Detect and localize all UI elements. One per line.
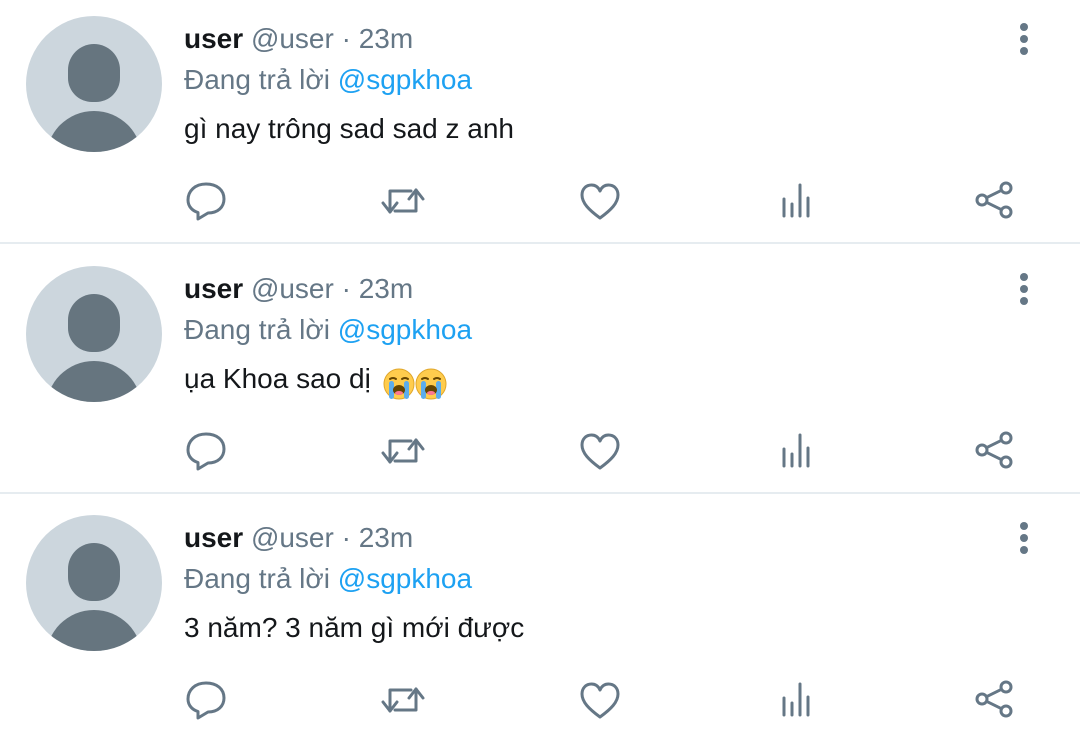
share-button[interactable] <box>969 426 1019 476</box>
tweet-divider <box>0 492 1080 494</box>
avatar[interactable] <box>26 515 162 651</box>
like-button[interactable] <box>575 426 625 476</box>
like-icon <box>580 433 620 470</box>
tweet-text: 3 năm? 3 năm gì mới được <box>184 611 524 645</box>
handle[interactable]: @user <box>251 522 334 553</box>
like-button[interactable] <box>575 176 625 226</box>
more-options-button[interactable] <box>1008 20 1040 60</box>
retweet-icon <box>381 687 425 713</box>
tweet-header: user @user · 23m <box>184 521 413 555</box>
tweet-header: user @user · 23m <box>184 272 413 306</box>
display-name[interactable]: user <box>184 23 243 54</box>
avatar-head <box>68 294 120 352</box>
tweet-divider <box>0 242 1080 244</box>
avatar[interactable] <box>26 266 162 402</box>
timestamp[interactable]: 23m <box>359 522 413 553</box>
emoji-group <box>383 368 447 402</box>
reply-button[interactable] <box>181 176 231 226</box>
dot-separator: · <box>341 23 351 54</box>
reply-mention-link[interactable]: @sgpkhoa <box>338 314 472 345</box>
avatar-body <box>46 610 142 651</box>
reply-mention-link[interactable]: @sgpkhoa <box>338 563 472 594</box>
like-button[interactable] <box>575 675 625 725</box>
reply-prefix: Đang trả lời <box>184 314 330 345</box>
retweet-button[interactable] <box>378 176 428 226</box>
timestamp[interactable]: 23m <box>359 23 413 54</box>
loudly-crying-face-icon <box>383 368 415 400</box>
stats-icon <box>782 682 810 717</box>
retweet-icon <box>381 188 425 214</box>
timestamp[interactable]: 23m <box>359 273 413 304</box>
retweet-button[interactable] <box>378 675 428 725</box>
avatar-head <box>68 44 120 102</box>
retweet-icon <box>381 438 425 464</box>
stats-icon <box>782 183 810 218</box>
share-icon <box>975 431 1013 469</box>
reply-icon <box>186 432 226 471</box>
stats-button[interactable] <box>772 675 822 725</box>
avatar-head <box>68 543 120 601</box>
more-vertical-icon <box>1020 23 1028 55</box>
tweet-text: ụa Khoa sao dị <box>184 362 447 402</box>
share-button[interactable] <box>969 675 1019 725</box>
reply-button[interactable] <box>181 426 231 476</box>
share-button[interactable] <box>969 176 1019 226</box>
like-icon <box>580 682 620 719</box>
reply-prefix: Đang trả lời <box>184 64 330 95</box>
tweet-item[interactable]: user @user · 23m Đang trả lời @sgpkhoa ụ… <box>0 250 1080 500</box>
tweet-text-body: gì nay trông sad sad z anh <box>184 113 514 144</box>
share-icon <box>975 680 1013 718</box>
retweet-button[interactable] <box>378 426 428 476</box>
tweet-item[interactable]: user @user · 23m Đang trả lời @sgpkhoa 3… <box>0 499 1080 749</box>
tweet-item[interactable]: user @user · 23m Đang trả lời @sgpkhoa g… <box>0 0 1080 250</box>
reply-context: Đang trả lời @sgpkhoa <box>184 63 472 97</box>
handle[interactable]: @user <box>251 273 334 304</box>
dot-separator: · <box>341 273 351 304</box>
display-name[interactable]: user <box>184 273 243 304</box>
avatar[interactable] <box>26 16 162 152</box>
reply-context: Đang trả lời @sgpkhoa <box>184 562 472 596</box>
more-options-button[interactable] <box>1008 519 1040 559</box>
reply-icon <box>186 681 226 720</box>
handle[interactable]: @user <box>251 23 334 54</box>
more-options-button[interactable] <box>1008 270 1040 310</box>
stats-icon <box>782 433 810 468</box>
tweet-text: gì nay trông sad sad z anh <box>184 112 514 146</box>
reply-mention-link[interactable]: @sgpkhoa <box>338 64 472 95</box>
dot-separator: · <box>341 522 351 553</box>
display-name[interactable]: user <box>184 522 243 553</box>
share-icon <box>975 181 1013 219</box>
more-vertical-icon <box>1020 273 1028 305</box>
reply-button[interactable] <box>181 675 231 725</box>
stats-button[interactable] <box>772 426 822 476</box>
tweet-header: user @user · 23m <box>184 22 413 56</box>
loudly-crying-face-icon <box>415 368 447 400</box>
tweet-text-body: ụa Khoa sao dị <box>184 363 371 394</box>
tweet-text-body: 3 năm? 3 năm gì mới được <box>184 612 525 643</box>
stats-button[interactable] <box>772 176 822 226</box>
avatar-body <box>46 361 142 402</box>
reply-prefix: Đang trả lời <box>184 563 330 594</box>
more-vertical-icon <box>1020 522 1028 554</box>
avatar-body <box>46 111 142 152</box>
reply-context: Đang trả lời @sgpkhoa <box>184 313 472 347</box>
like-icon <box>580 183 620 220</box>
reply-icon <box>186 182 226 221</box>
